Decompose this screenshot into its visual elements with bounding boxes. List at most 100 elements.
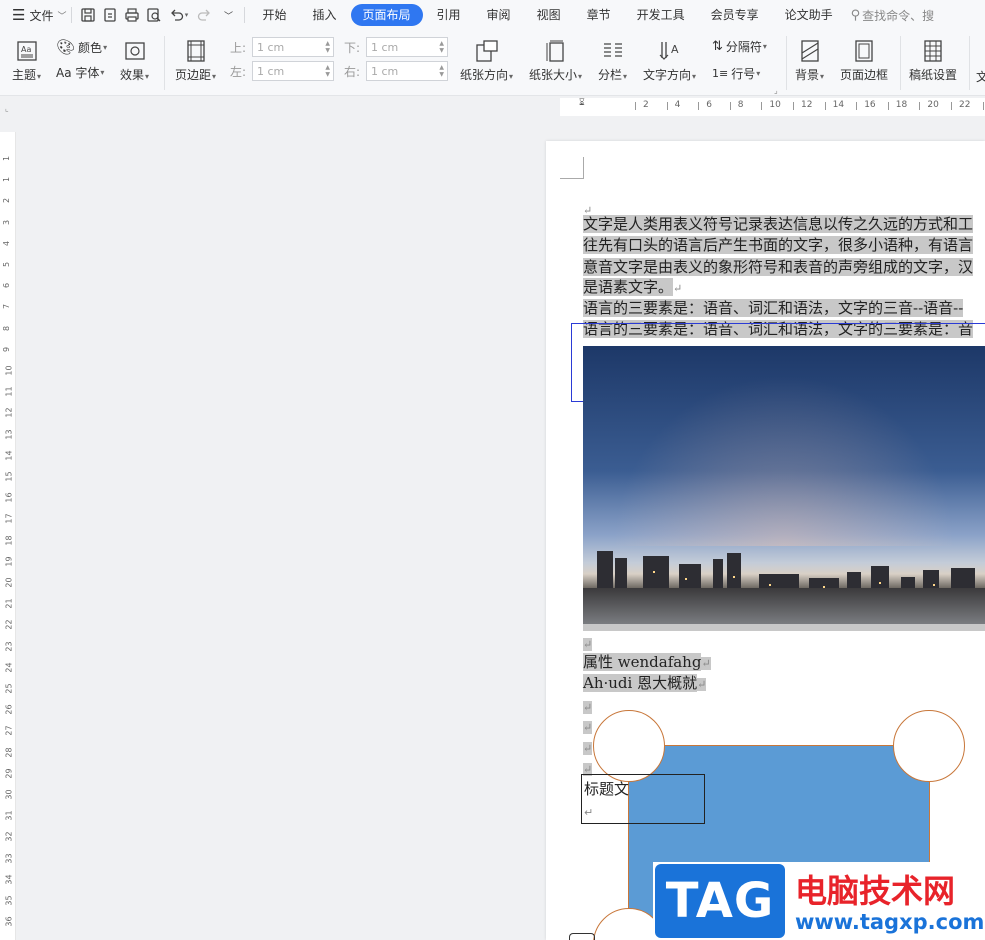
spinner-icon[interactable]: ▲ ▼ bbox=[325, 64, 330, 78]
horizontal-ruler[interactable]: ⏳︎ 24681012141618202224 bbox=[560, 98, 985, 116]
text-line[interactable]: 意音文字是由表义的象形符号和表音的声旁组成的文字，汉 bbox=[583, 257, 974, 278]
page-border-button[interactable]: 页面边框 bbox=[840, 36, 888, 83]
svg-text:Aa: Aa bbox=[21, 45, 31, 54]
spinner-icon[interactable]: ▲ ▼ bbox=[439, 40, 444, 54]
tab-thesis[interactable]: 论文助手 bbox=[773, 4, 845, 26]
search-placeholder: 查找命令、搜 bbox=[862, 8, 935, 23]
shape-notch bbox=[593, 710, 665, 782]
orientation-button[interactable]: 纸张方向▾ bbox=[460, 36, 513, 83]
print-icon[interactable] bbox=[121, 4, 143, 26]
ribbon-page-layout: Aa 主题▾ 🎨︎ 颜色 ▾ Aa 字体 ▾ 效果▾ 页边距▾ 上: 1 cm ▲ ▼ … bbox=[0, 30, 985, 96]
tab-review[interactable]: 审阅 bbox=[475, 4, 523, 26]
ruler-tick-label: 2 bbox=[2, 198, 12, 204]
ruler-tick-label: 15 bbox=[4, 471, 14, 482]
background-icon bbox=[799, 36, 821, 66]
breaks-button[interactable]: ⇅ 分隔符 ▾ bbox=[712, 38, 767, 55]
margin-top-field[interactable]: 上: 1 cm ▲ ▼ bbox=[230, 37, 334, 57]
document-page[interactable]: ↵ 文字是人类用表义符号记录表达信息以传之久远的方式和工 往先有口头的语言后产生… bbox=[546, 141, 985, 940]
quick-access-more-icon[interactable]: ﹀ bbox=[217, 4, 239, 26]
watermark-tag-text: TAG bbox=[665, 873, 775, 929]
ruler-tick-label: 6 bbox=[2, 283, 12, 289]
city-light bbox=[653, 571, 655, 573]
ribbon-overflow-item[interactable]: 文 bbox=[976, 68, 985, 85]
theme-button[interactable]: Aa 主题▾ bbox=[12, 36, 41, 83]
ruler-left-indent-icon[interactable]: ⏳︎ bbox=[579, 98, 585, 108]
ruler-tick-label: 2 bbox=[643, 100, 649, 110]
text-line[interactable]: 是语素文字。↵ bbox=[583, 277, 682, 298]
undo-icon[interactable]: ▾ bbox=[165, 4, 191, 26]
ruler-tick-mark bbox=[856, 102, 858, 110]
margin-left-field[interactable]: 左: 1 cm ▲ ▼ bbox=[230, 61, 334, 81]
divider bbox=[71, 7, 73, 23]
building bbox=[727, 553, 741, 593]
columns-icon bbox=[601, 36, 625, 66]
divider bbox=[244, 7, 246, 23]
ruler-tick-label: 12 bbox=[801, 100, 813, 110]
vertical-ruler[interactable]: 1 1 2 3 4 5 6 7 8 9 10 11 12 13 14 15 16 17 18 19 20 21 22 23 24… bbox=[0, 132, 16, 940]
spinner-icon[interactable]: ▲ ▼ bbox=[439, 64, 444, 78]
margin-bottom-input[interactable]: 1 cm ▲ ▼ bbox=[366, 37, 448, 57]
color-button[interactable]: 🎨︎ 颜色 ▾ bbox=[56, 38, 107, 56]
background-button[interactable]: 背景▾ bbox=[795, 36, 824, 83]
city-light bbox=[879, 582, 881, 584]
margin-left-input[interactable]: 1 cm ▲ ▼ bbox=[252, 61, 334, 81]
text-direction-button[interactable]: A 文字方向▾ bbox=[643, 36, 696, 83]
redo-icon[interactable] bbox=[191, 4, 217, 26]
tab-references[interactable]: 引用 bbox=[425, 4, 473, 26]
tab-insert[interactable]: 插入 bbox=[301, 4, 349, 26]
text-line-property[interactable]: 属性 wendafahg↵ bbox=[583, 652, 711, 673]
anchor-icon[interactable] bbox=[569, 933, 595, 940]
command-search[interactable]: ⚲ 查找命令、搜 bbox=[851, 0, 935, 30]
columns-button[interactable]: 分栏▾ bbox=[598, 36, 627, 83]
file-menu[interactable]: ☰ 文件 ﹀ bbox=[12, 0, 66, 30]
text-line[interactable]: 往先有口头的语言后产生书面的文字，很多小语种，有语言 bbox=[583, 235, 974, 256]
margin-top-input[interactable]: 1 cm ▲ ▼ bbox=[252, 37, 334, 57]
effect-icon bbox=[124, 36, 146, 66]
ruler-tick-label: 22 bbox=[959, 100, 971, 110]
ruler-tick-mark bbox=[635, 102, 636, 110]
divider bbox=[900, 36, 901, 90]
manuscript-settings-button[interactable]: 稿纸设置 bbox=[909, 36, 957, 83]
dialog-launcher-icon[interactable]: ⌟ bbox=[774, 86, 778, 95]
margin-left-label: 左: bbox=[230, 64, 247, 79]
print-preview-icon[interactable] bbox=[143, 4, 165, 26]
city-light bbox=[933, 584, 935, 586]
ruler-tick-label: 11 bbox=[4, 386, 14, 397]
tab-member[interactable]: 会员专享 bbox=[699, 4, 771, 26]
paragraph-mark: ↵ bbox=[583, 721, 593, 734]
ruler-tick-label: 29 bbox=[4, 768, 14, 779]
margins-button[interactable]: 页边距▾ bbox=[175, 36, 216, 83]
divider bbox=[786, 36, 787, 90]
ruler-tick-mark bbox=[887, 102, 889, 110]
spinner-icon[interactable]: ▲ ▼ bbox=[325, 40, 330, 54]
text-line[interactable]: 语言的三要素是：语音、词汇和语法，文字的三音--语音-- bbox=[583, 298, 964, 319]
ruler-tick-mark bbox=[951, 102, 952, 110]
watermark-brand: 电脑技术网 bbox=[795, 872, 956, 910]
ruler-tick-mark bbox=[982, 102, 984, 110]
watermark-url: www.tagxp.com bbox=[795, 910, 985, 934]
tab-developer[interactable]: 开发工具 bbox=[625, 4, 697, 26]
ruler-tick-label: 9 bbox=[2, 346, 12, 352]
line-numbers-button[interactable]: 1≡ 行号 ▾ bbox=[712, 65, 760, 82]
tab-start[interactable]: 开始 bbox=[250, 4, 298, 26]
title-text-box[interactable]: 标题文 ↵ bbox=[581, 774, 705, 824]
font-button[interactable]: Aa 字体 ▾ bbox=[56, 64, 104, 81]
tab-page-layout[interactable]: 页面布局 bbox=[350, 4, 423, 26]
ruler-tick-label: 18 bbox=[895, 100, 908, 110]
tab-sections[interactable]: 章节 bbox=[575, 4, 623, 26]
effect-button[interactable]: 效果▾ bbox=[120, 36, 149, 83]
tab-view[interactable]: 视图 bbox=[525, 4, 573, 26]
export-pdf-icon[interactable] bbox=[99, 4, 121, 26]
margin-right-input[interactable]: 1 cm ▲ ▼ bbox=[366, 61, 448, 81]
text-line-ah[interactable]: Ah·udi 恩大概就↵ bbox=[583, 673, 707, 694]
text-box-content[interactable]: 标题文 bbox=[584, 778, 629, 799]
ruler-tick-mark bbox=[793, 102, 794, 110]
text-line[interactable]: 文字是人类用表义符号记录表达信息以传之久远的方式和工 bbox=[583, 214, 974, 235]
ruler-tick-label: 6 bbox=[706, 100, 712, 110]
chevron-down-icon: ﹀ bbox=[57, 11, 67, 22]
margin-bottom-field[interactable]: 下: 1 cm ▲ ▼ bbox=[344, 37, 448, 57]
city-skyline-image[interactable] bbox=[583, 346, 985, 624]
margin-right-field[interactable]: 右: 1 cm ▲ ▼ bbox=[344, 61, 448, 81]
paper-size-button[interactable]: 纸张大小▾ bbox=[529, 36, 582, 83]
save-icon[interactable] bbox=[77, 4, 99, 26]
